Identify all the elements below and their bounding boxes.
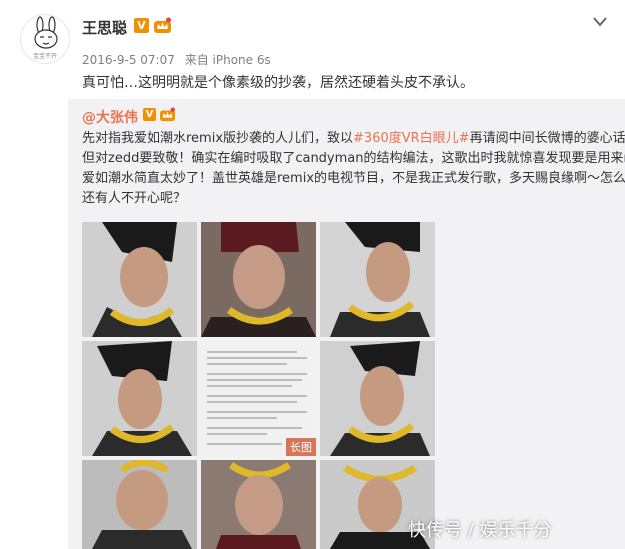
post-text: 真可怕…这明明就是个像素级的抄袭，居然还硬着头皮不承认。 <box>82 75 474 91</box>
photo-tile-1[interactable] <box>82 222 197 337</box>
repost-text: 先对指我爱如潮水remix版抄袭的人儿们，致以#360度VR白眼儿#再请阅中间长… <box>82 129 625 209</box>
repost-text-line1a: 先对指我爱如潮水remix版抄袭的人儿们，致以 <box>82 131 354 146</box>
repost-text-line1b: 再请阅中间长微博的婆心话。 <box>469 131 625 146</box>
photo-placeholder <box>216 462 301 549</box>
post-meta: 2016-9-5 07:07 来自 iPhone 6s <box>82 51 277 68</box>
verified-v-badge-icon: V <box>143 108 156 121</box>
photo-tile-8[interactable] <box>201 460 316 549</box>
photo-tile-2[interactable] <box>201 222 316 337</box>
crown-icon <box>160 107 175 122</box>
long-image-tile[interactable]: 长图 <box>201 341 316 456</box>
photo-placeholder <box>92 222 182 337</box>
repost-text-line2: 但对zedd要致敬！确实在编时吸取了candyman的结构编法，这歌出时我就惊喜… <box>82 151 625 166</box>
crown-icon <box>154 17 171 33</box>
author-name[interactable]: 王思聪 <box>82 17 127 38</box>
photo-placeholder <box>201 222 316 337</box>
hashtag-link[interactable]: #360度VR白眼儿# <box>353 131 470 146</box>
long-image-badge: 长图 <box>286 438 316 456</box>
verified-v-badge-icon: V <box>134 18 149 33</box>
photo-tile-4[interactable] <box>82 341 197 456</box>
repost-author[interactable]: @大张伟 <box>82 107 138 127</box>
repost-text-line4: 还有人不开心呢？ <box>82 191 187 206</box>
post-source: 来自 iPhone 6s <box>184 53 271 67</box>
timestamp[interactable]: 2016-9-5 07:07 <box>82 53 175 67</box>
photo-tile-7[interactable] <box>82 460 197 549</box>
photo-placeholder <box>92 460 192 549</box>
avatar-caption: 宝宝不开 <box>32 53 57 60</box>
photo-tile-6[interactable] <box>320 341 435 456</box>
repost-text-line3: 爱如潮水简直太妙了！盖世英雄是remix的电视节目，不是我正式发行歌，多天赐良缘… <box>82 171 625 186</box>
avatar[interactable]: 宝宝不开 <box>20 14 70 64</box>
photo-placeholder <box>330 222 430 337</box>
watermark: 快传号 / 娱乐千分 <box>408 520 552 541</box>
photo-placeholder <box>330 341 430 456</box>
photo-placeholder <box>92 341 192 456</box>
chevron-down-icon[interactable] <box>592 16 608 28</box>
photo-tile-3[interactable] <box>320 222 435 337</box>
